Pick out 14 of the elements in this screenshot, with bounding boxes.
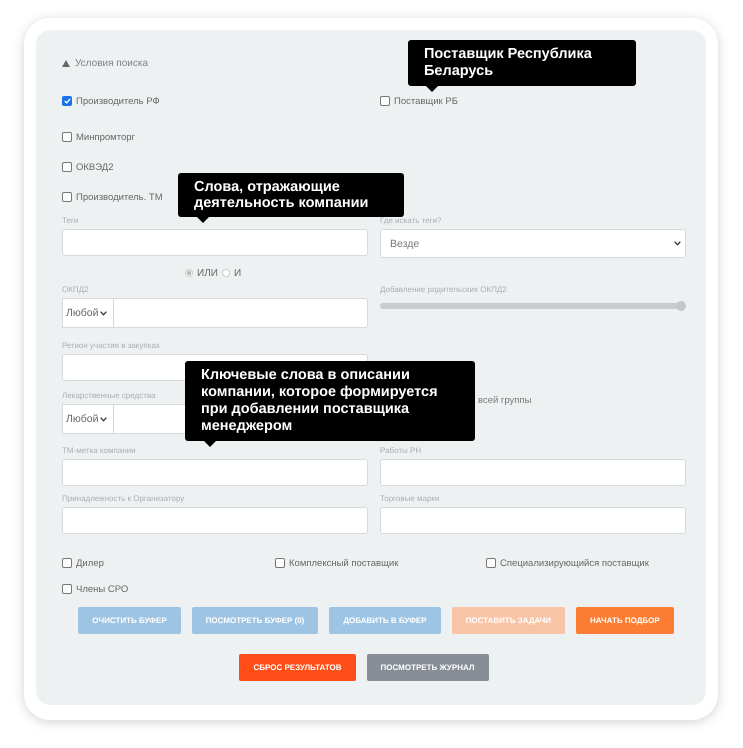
field-label: Работы РН xyxy=(380,446,422,455)
field-label: Теги xyxy=(62,216,78,225)
field-label: ОКПД2 xyxy=(62,285,88,294)
radio-label: И xyxy=(234,268,242,278)
field-label: Регион участия в закупках xyxy=(62,341,160,350)
field-label: Лекарственные средства xyxy=(62,391,156,400)
field-label: Добавление родительских ОКПД2 xyxy=(380,285,507,294)
field-label: Торговые марки xyxy=(380,494,440,503)
tooltip: Поставщик Республика Беларусь xyxy=(408,40,636,92)
field-label: ТМ-метка компании xyxy=(62,446,136,455)
tooltip: Ключевые слова в описании компании, которое формируется при добавлении поставщика менеджером xyxy=(185,361,475,447)
field-label: Принадлежность к Организатору xyxy=(62,494,184,503)
radio-label: ИЛИ xyxy=(197,268,218,278)
field-label: Где искать теги? xyxy=(380,216,442,225)
